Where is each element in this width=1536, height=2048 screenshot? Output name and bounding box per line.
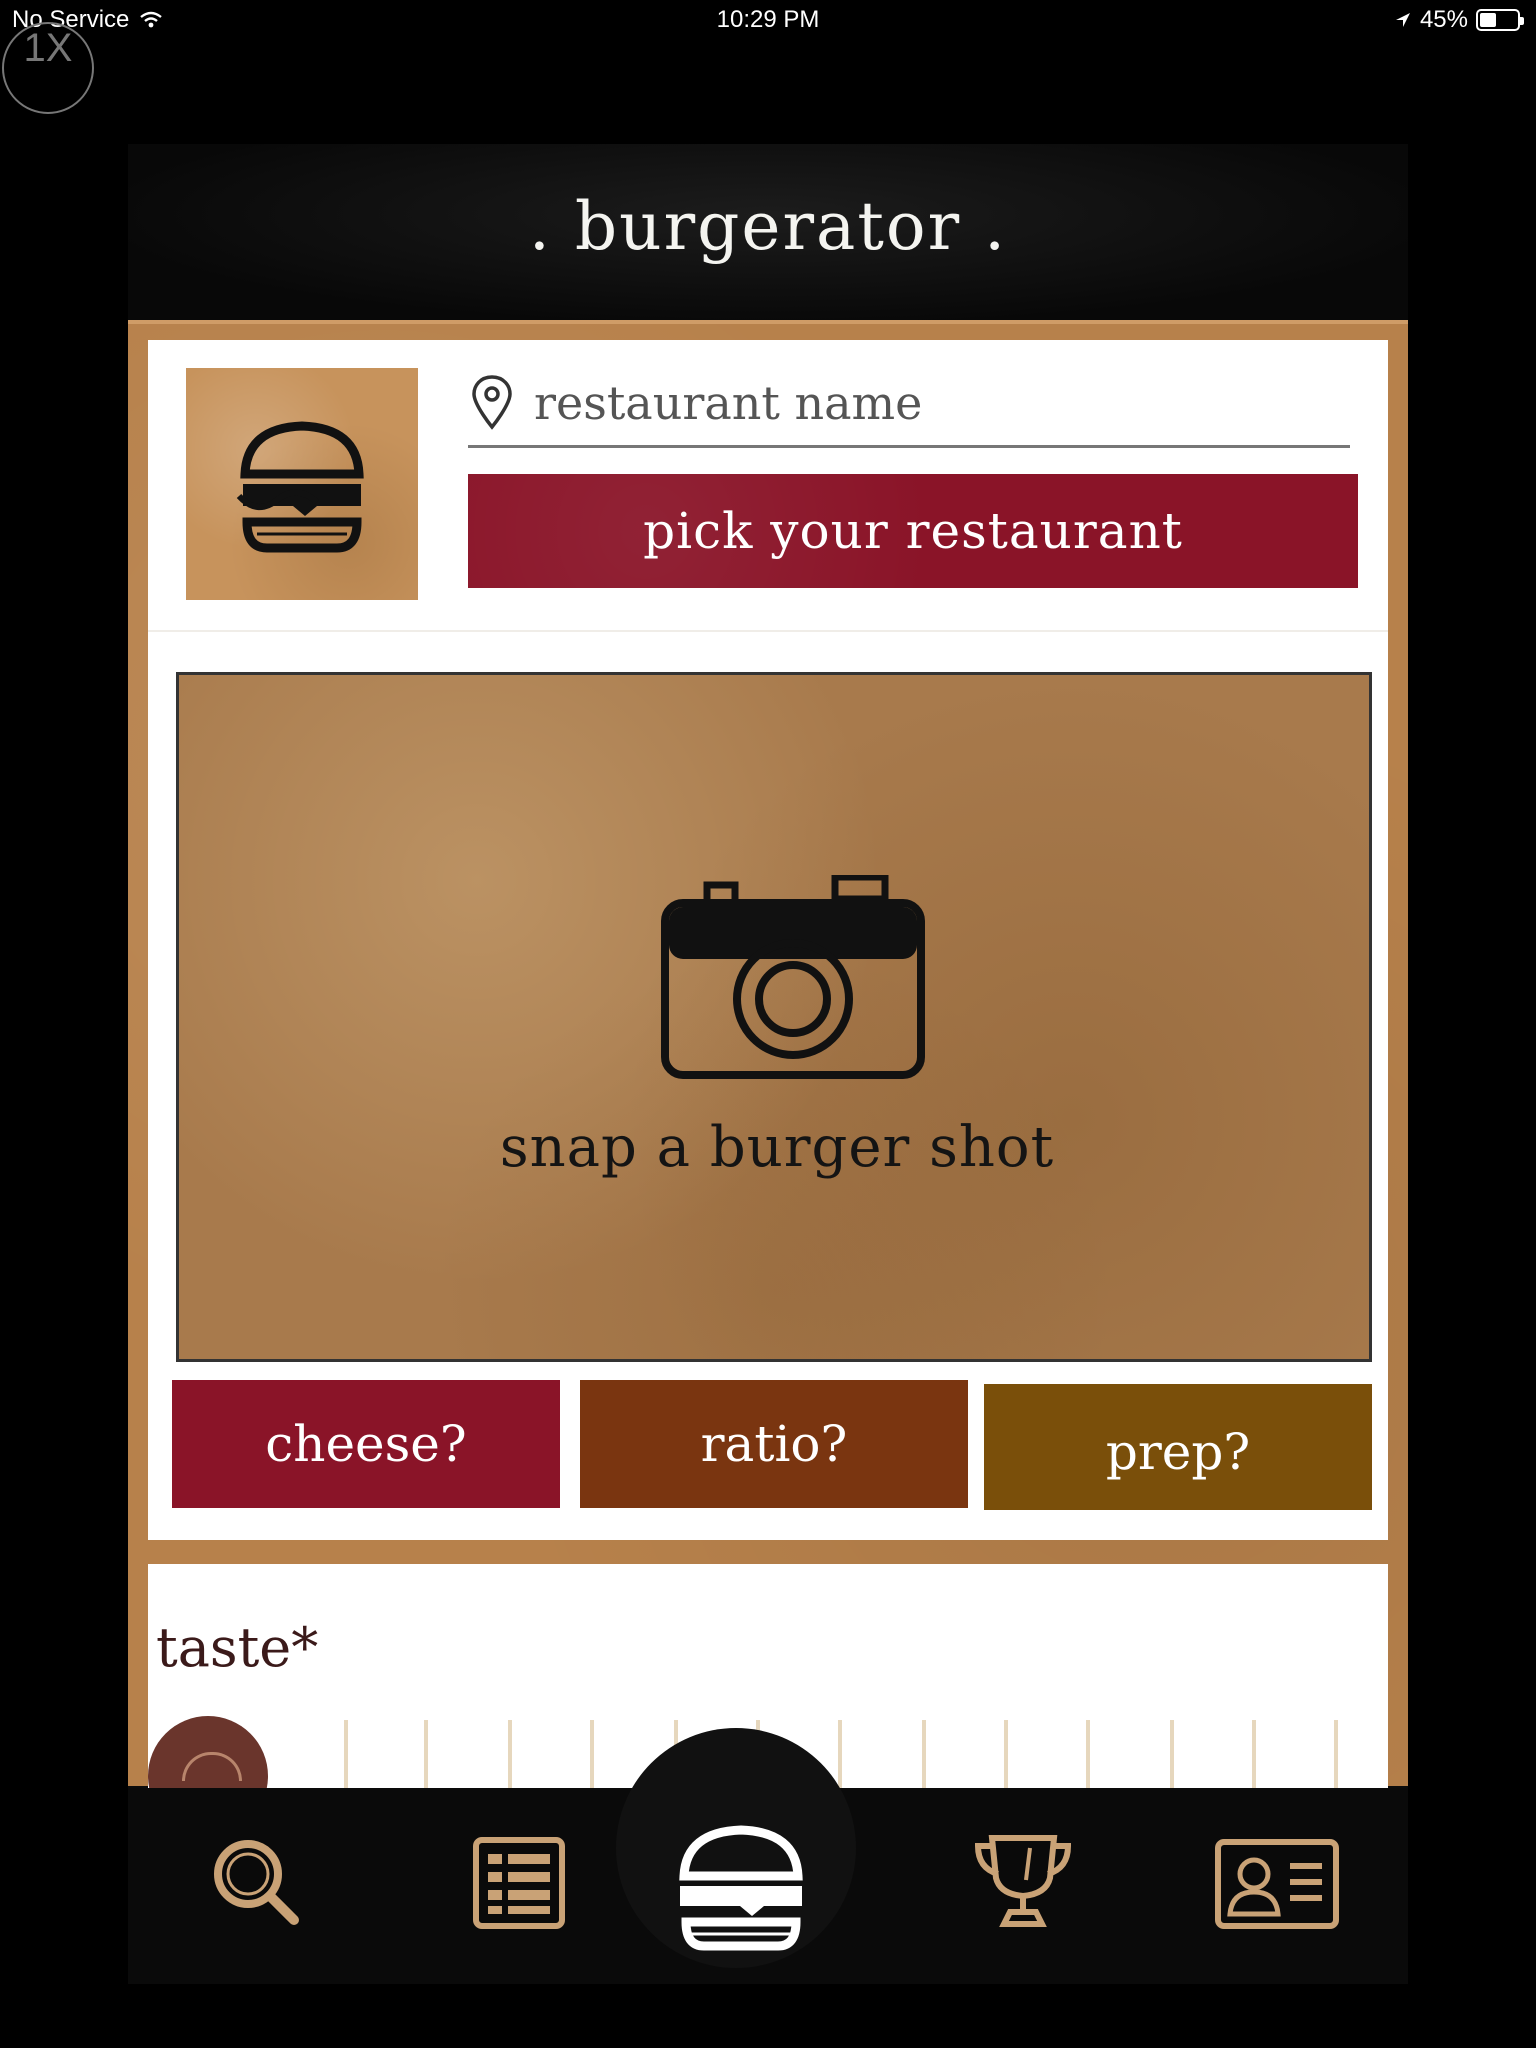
ratio-button[interactable]: ratio? — [580, 1380, 968, 1508]
battery-percent: 45% — [1419, 6, 1468, 33]
clock: 10:29 PM — [716, 6, 820, 33]
slider-tick — [508, 1720, 512, 1790]
pick-restaurant-button[interactable]: pick your restaurant — [468, 474, 1358, 588]
slider-tick — [1004, 1720, 1008, 1790]
tab-leaderboard[interactable] — [968, 1828, 1078, 1938]
status-right: 45% — [1394, 6, 1524, 34]
app-title: . burgerator . — [528, 188, 1008, 265]
taste-slider-handle[interactable] — [148, 1716, 268, 1790]
slider-tick — [1252, 1720, 1256, 1790]
slider-tick — [1170, 1720, 1174, 1790]
taste-slider-track[interactable] — [344, 1720, 1388, 1790]
slider-tick — [424, 1720, 428, 1790]
tab-burger[interactable] — [666, 1810, 816, 1960]
app-window: . burgerator . pick your rest — [128, 144, 1408, 1984]
tab-search[interactable] — [202, 1828, 312, 1938]
snap-label: snap a burger shot — [499, 1115, 1055, 1180]
slider-tick — [1086, 1720, 1090, 1790]
burger-thumbnail — [186, 368, 418, 600]
slider-tick — [590, 1720, 594, 1790]
map-pin-icon — [472, 374, 512, 430]
restaurant-name-field[interactable] — [468, 360, 1350, 448]
tab-profile[interactable] — [1212, 1828, 1342, 1938]
tab-list[interactable] — [464, 1828, 574, 1938]
app-header: . burgerator . — [128, 144, 1408, 320]
taste-label: taste* — [156, 1616, 319, 1679]
status-bar: No Service 10:29 PM 45% — [0, 0, 1536, 44]
tab-bar — [128, 1728, 1408, 1984]
zoom-badge[interactable]: 1X — [2, 22, 94, 114]
slider-tick — [344, 1720, 348, 1790]
slider-tick — [1334, 1720, 1338, 1790]
search-icon — [214, 1840, 299, 1925]
slider-tick — [838, 1720, 842, 1790]
profile-card-icon — [1215, 1839, 1339, 1929]
list-icon — [473, 1837, 565, 1929]
battery-level — [1480, 13, 1497, 27]
burger-icon — [679, 1825, 803, 1951]
cheese-button[interactable]: cheese? — [172, 1380, 560, 1508]
divider — [148, 630, 1388, 632]
camera-icon — [661, 875, 925, 1079]
burger-icon — [236, 421, 364, 553]
trophy-icon — [974, 1835, 1072, 1927]
snap-photo-area[interactable]: snap a burger shot — [176, 672, 1372, 1362]
prep-button[interactable]: prep? — [984, 1384, 1372, 1510]
restaurant-name-input[interactable] — [534, 375, 1314, 430]
burger-entry-card: pick your restaurant snap a burger shot … — [148, 340, 1388, 1540]
battery-icon — [1476, 9, 1524, 31]
location-arrow-icon — [1395, 13, 1410, 27]
content-board: pick your restaurant snap a burger shot … — [128, 320, 1408, 1790]
slider-tick — [922, 1720, 926, 1790]
